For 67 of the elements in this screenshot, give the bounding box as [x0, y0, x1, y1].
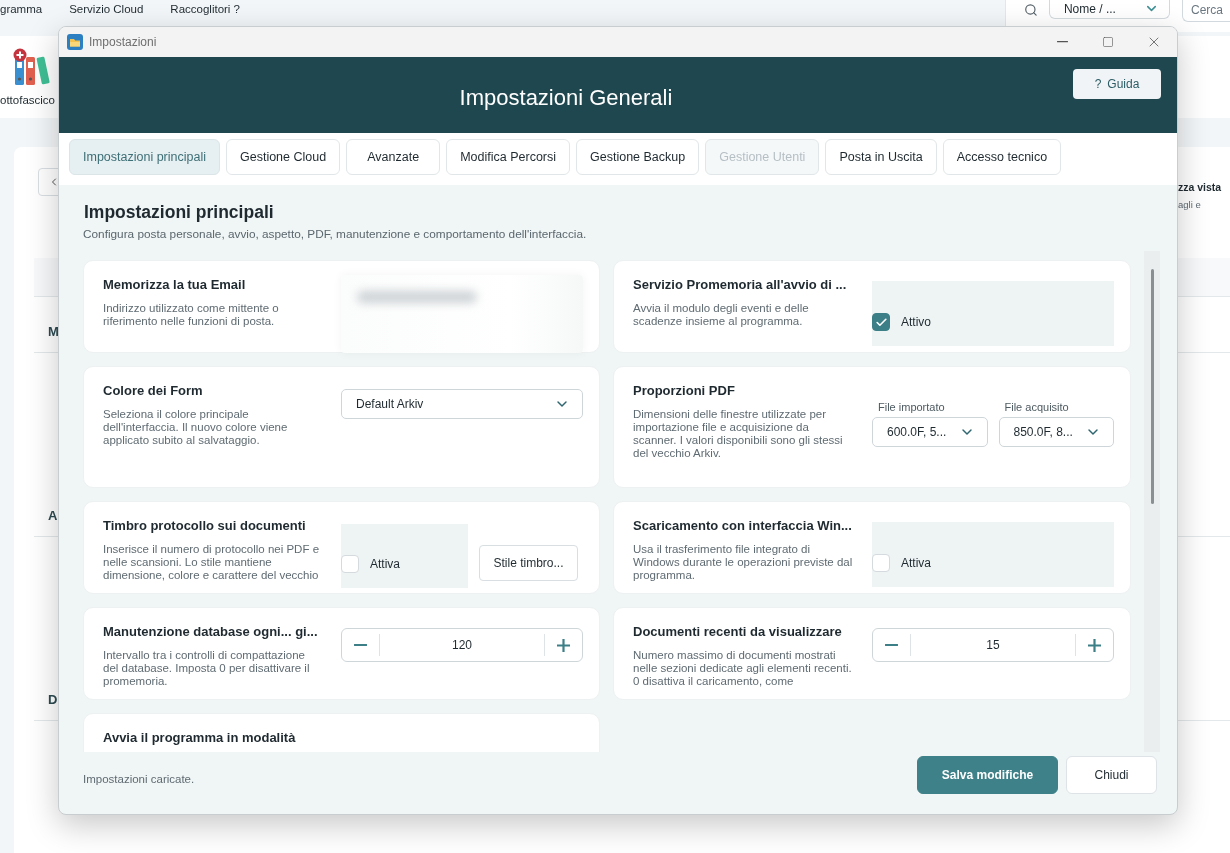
tab[interactable]: Avanzate [346, 139, 441, 175]
close-button[interactable]: Chiudi [1066, 756, 1157, 794]
dropdown[interactable]: 600.0F, 5... [872, 417, 988, 447]
checkbox-label[interactable]: Attiva [370, 557, 400, 571]
checkmark-icon [874, 315, 888, 329]
header-title: Impostazioni Generali [458, 83, 674, 111]
menu-item[interactable]: Servizio Cloud [69, 3, 144, 15]
panel-text: agli e [1178, 199, 1202, 210]
setting-title: Manutenzione database ogni... gi... [103, 624, 319, 640]
menu-item[interactable]: gramma [0, 3, 43, 15]
setting-title: Documenti recenti da visualizzare [633, 624, 843, 640]
stepper-value: 120 [451, 638, 473, 652]
ribbon-label[interactable]: ottofascico [0, 94, 55, 106]
app-icon [67, 34, 83, 50]
tab[interactable]: Gestione Cloud [226, 139, 341, 175]
tab[interactable]: Gestione Backup [576, 139, 700, 175]
panel-title: zza vista [1178, 181, 1223, 193]
setting-description: Indirizzo utilizzato come mittente o riferimento nelle funzioni di posta. [103, 302, 280, 328]
number-stepper[interactable]: 120 [341, 628, 583, 662]
scrollbar-thumb[interactable] [1150, 269, 1154, 504]
tab[interactable]: Posta in Uscita [825, 139, 937, 175]
group-label: D [48, 692, 58, 707]
save-button[interactable]: Salva modifiche [917, 756, 1058, 794]
plus-icon [557, 638, 570, 652]
tab[interactable]: Impostazioni principali [69, 139, 220, 175]
search-icon[interactable] [1024, 3, 1038, 17]
status-text: Impostazioni caricate. [83, 773, 195, 785]
window-title: Impostazioni [89, 35, 157, 49]
setting-description: Intervallo tra i controlli di compattazione del database. Imposta 0 per disattivare il promemoria. [103, 649, 311, 688]
sort-dropdown[interactable]: Nome / ... [1048, 0, 1170, 19]
setting-title: Timbro protocollo sui documenti [103, 518, 307, 534]
setting-title: Avvia il programma in modalità [103, 730, 297, 746]
group-label: A [48, 508, 58, 523]
number-stepper[interactable]: 15 [872, 628, 1114, 662]
plus-icon [1088, 638, 1101, 652]
setting-description: Usa il trasferimento file integrato di Windows durante le operazioni previste dal programma. [633, 543, 853, 582]
checkbox[interactable] [872, 313, 890, 331]
section-subtitle: Configura posta personale, avvio, aspetto, PDF, manutenzione e comportamento dell'interfaccia. [83, 227, 588, 241]
section-title: Impostazioni principali [84, 201, 275, 223]
setting-title: Memorizza la tua Email [103, 277, 247, 293]
maximize-icon [1102, 36, 1114, 48]
setting-title: Servizio Promemoria all'avvio di ... [633, 277, 848, 293]
checkbox-label[interactable]: Attivo [901, 315, 931, 329]
setting-description: Avvia il modulo degli eventi e delle scadenze insieme al programma. [633, 302, 810, 328]
help-button[interactable]: ? Guida [1073, 69, 1161, 99]
setting-description: Dimensioni delle finestre utilizzate per importazione file e acquisizione da scanner. I valori disponibili sono gli stessi del vecchio Arkiv. [633, 408, 844, 460]
search-field[interactable]: Cerca [1182, 0, 1230, 22]
dropdown[interactable]: Default Arkiv [341, 389, 583, 419]
field-label: File acquisito [1004, 401, 1070, 414]
tab[interactable]: Modifica Percorsi [446, 139, 571, 175]
setting-title: Scaricamento con interfaccia Win... [633, 518, 853, 534]
setting-description: Numero massimo di documenti mostrati nelle sezioni dedicate agli elementi recenti. 0 disattiva il caricamento, come [633, 649, 853, 688]
group-label: M [48, 324, 59, 339]
field-label: File importato [878, 401, 946, 414]
minimize-icon [1056, 41, 1068, 43]
tab[interactable]: Accesso tecnico [942, 139, 1062, 175]
stamp-style-button[interactable]: Stile timbro... [479, 545, 578, 581]
minus-icon [885, 643, 898, 647]
dropdown[interactable]: 850.0F, 8... [998, 417, 1114, 447]
setting-title: Colore dei Form [103, 383, 204, 399]
setting-title: Proporzioni PDF [633, 383, 736, 399]
stepper-value: 15 [985, 638, 1001, 652]
minus-icon [354, 643, 367, 647]
setting-description: Inserisce il numero di protocollo nei PDF e nelle scansioni. Lo stile mantiene dimensione, colore e carattere del vecchio [103, 543, 321, 582]
menu-item[interactable]: Raccoglitori ? [170, 3, 240, 15]
checkbox-label[interactable]: Attiva [901, 556, 931, 570]
setting-description: Seleziona il colore principale dell'interfaccia. Il nuovo colore viene applicato subito al salvataggio. [103, 408, 289, 447]
